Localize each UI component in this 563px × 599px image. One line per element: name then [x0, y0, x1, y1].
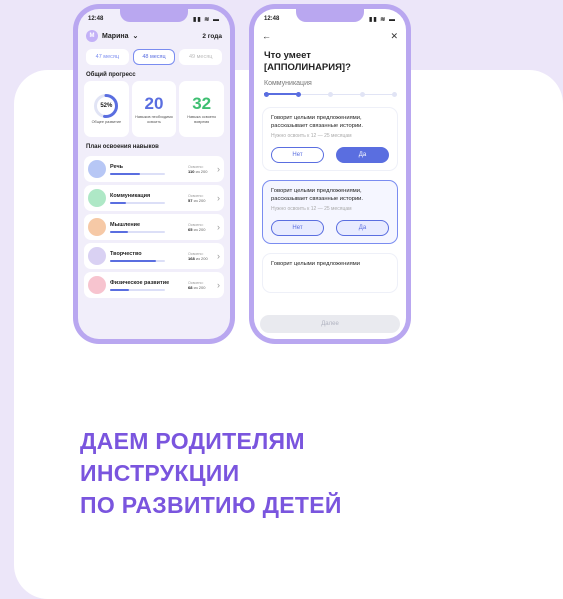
skill-progress-bar: [110, 201, 165, 204]
skill-row[interactable]: Физическое развитие Освоено: 68 из 200 ›: [84, 272, 224, 298]
skills-needed-caption: Навыков необходимо освоить: [135, 114, 173, 124]
status-icons: ▮▮ ≋ ▬: [369, 16, 396, 23]
child-age: 2 года: [202, 32, 222, 40]
no-button[interactable]: Нет: [271, 220, 324, 236]
month-tab-48[interactable]: 48 месяц: [132, 49, 176, 65]
skill-list: Речь Освоено: 110 из 200 › Коммуникация Освое…: [78, 156, 230, 298]
skill-row[interactable]: Коммуникация Освоено: 57 из 200 ›: [84, 185, 224, 211]
chevron-right-icon: ›: [217, 222, 220, 232]
skill-count: 65 из 200: [188, 226, 206, 232]
step-indicator: [264, 91, 397, 97]
question-deadline: Нужно освоить к 12 — 25 месяцам: [271, 206, 352, 212]
question-text-partial: Говорит целыми предложениями: [271, 261, 360, 267]
overall-progress-card: 52% Общее развитие: [84, 81, 129, 137]
step-dot: [360, 91, 365, 97]
no-button[interactable]: Нет: [271, 147, 324, 163]
overall-caption: Общее развитие: [91, 120, 122, 125]
month-tab-47[interactable]: 47 месяц: [86, 49, 129, 65]
progress-title: Общий прогресс: [86, 72, 136, 78]
skill-count: 168 из 200: [188, 255, 208, 261]
headline: ДАЕМ РОДИТЕЛЯМ ИНСТРУКЦИИ ПО РАЗВИТИЮ ДЕ…: [80, 425, 342, 521]
chevron-right-icon: ›: [217, 164, 220, 174]
skill-progress-bar: [110, 288, 165, 291]
yes-button[interactable]: Да: [336, 220, 389, 236]
overall-percent: 52%: [100, 103, 113, 110]
status-icons: ▮▮ ≋ ▬: [193, 16, 220, 23]
skill-progress-bar: [110, 259, 165, 262]
question-title-line1: Что умеет: [264, 50, 311, 61]
headline-line3: ПО РАЗВИТИЮ ДЕТЕЙ: [80, 492, 342, 518]
skill-name: Творчество: [110, 250, 142, 257]
step-dot: [296, 91, 301, 97]
questionnaire-screen: 12:48 ▮▮ ≋ ▬ ← ✕ Что умеет [АППОЛИНАРИЯ]…: [254, 9, 406, 339]
category-label: Коммуникация: [264, 80, 312, 87]
skills-mastered-card: 32 Навыка освоено вовремя: [179, 81, 225, 137]
progress-ring: 52%: [93, 93, 119, 119]
phone-notch: [120, 9, 188, 22]
skill-row[interactable]: Творчество Освоено: 168 из 200 ›: [84, 243, 224, 269]
yes-button[interactable]: Да: [336, 147, 389, 163]
plan-title: План освоения навыков: [86, 144, 159, 150]
question-deadline: Нужно освоить к 12 — 25 месяцам: [271, 133, 352, 139]
skills-mastered-number: 32: [192, 93, 212, 113]
skill-name: Физическое развитие: [110, 279, 170, 286]
next-button[interactable]: Далее: [260, 315, 400, 333]
month-tab-49[interactable]: 49 месяц: [179, 49, 223, 65]
question-card-selected: Говорит целыми предложениями, рассказыва…: [262, 180, 398, 244]
skill-row[interactable]: Мышление Освоено: 65 из 200 ›: [84, 214, 224, 240]
question-text: Говорит целыми предложениями, рассказыва…: [271, 188, 364, 202]
question-text: Говорит целыми предложениями, рассказыва…: [271, 115, 364, 129]
question-card: Говорит целыми предложениями, рассказыва…: [262, 107, 398, 171]
chevron-right-icon: ›: [217, 193, 220, 203]
skill-illustration-icon: [88, 160, 106, 178]
chevron-right-icon: ›: [217, 280, 220, 290]
user-name: Марина: [102, 32, 129, 40]
skill-count: 57 из 200: [188, 197, 206, 203]
skill-illustration-icon: [88, 276, 106, 294]
skill-illustration-icon: [88, 189, 106, 207]
skill-name: Речь: [110, 163, 124, 170]
step-dot: [392, 91, 397, 97]
profile-switcher[interactable]: М Марина ⌄: [86, 30, 138, 42]
status-time: 12:48: [264, 16, 280, 22]
question-card-partial: Говорит целыми предложениями: [262, 253, 398, 293]
question-title-line2: [АППОЛИНАРИЯ]?: [264, 62, 351, 73]
step-dot: [264, 91, 269, 97]
skills-mastered-caption: Навыка освоено вовремя: [187, 114, 217, 124]
question-title: Что умеет [АППОЛИНАРИЯ]?: [254, 42, 406, 74]
status-time: 12:48: [88, 16, 104, 22]
skill-illustration-icon: [88, 247, 106, 265]
skill-row[interactable]: Речь Освоено: 110 из 200 ›: [84, 156, 224, 182]
avatar: М: [86, 30, 98, 42]
phone-notch: [296, 9, 364, 22]
skill-progress-bar: [110, 230, 165, 233]
skills-needed-number: 20: [144, 93, 164, 113]
phone-mockup-progress: 12:48 ▮▮ ≋ ▬ М Марина ⌄ 2 года 47 месяц …: [73, 4, 235, 344]
step-dot: [328, 91, 333, 97]
chevron-down-icon: ⌄: [132, 33, 139, 40]
skill-count: 68 из 200: [188, 284, 206, 290]
skill-name: Коммуникация: [110, 192, 151, 199]
headline-line1: ДАЕМ РОДИТЕЛЯМ: [80, 428, 305, 454]
chevron-right-icon: ›: [217, 251, 220, 261]
month-selector: 47 месяц 48 месяц 49 месяц: [78, 42, 230, 65]
skill-illustration-icon: [88, 218, 106, 236]
skill-count: 110 из 200: [188, 168, 208, 174]
skills-needed-card: 20 Навыков необходимо освоить: [131, 81, 177, 137]
progress-screen: 12:48 ▮▮ ≋ ▬ М Марина ⌄ 2 года 47 месяц …: [78, 9, 230, 339]
skill-name: Мышление: [110, 221, 141, 228]
close-icon[interactable]: ✕: [390, 31, 398, 42]
back-arrow-icon[interactable]: ←: [262, 31, 271, 42]
skill-progress-bar: [110, 172, 165, 175]
phone-mockup-questionnaire: 12:48 ▮▮ ≋ ▬ ← ✕ Что умеет [АППОЛИНАРИЯ]…: [249, 4, 411, 344]
headline-line2: ИНСТРУКЦИИ: [80, 460, 240, 486]
